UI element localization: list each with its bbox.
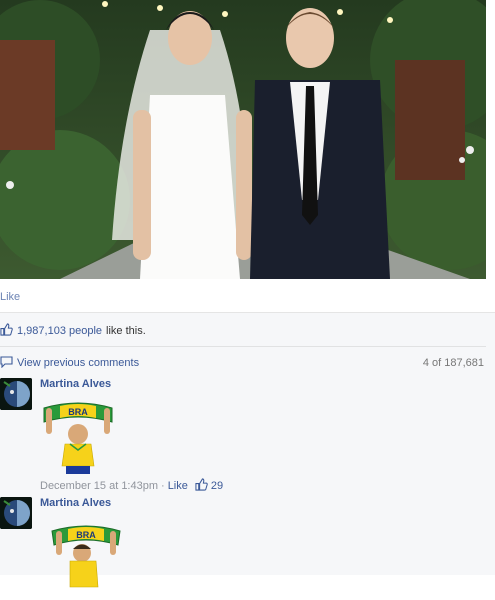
brazil-fan-sticker: BRA bbox=[40, 396, 116, 476]
likes-suffix: like this. bbox=[106, 325, 146, 337]
brazil-fan-sticker: BRA bbox=[48, 517, 124, 597]
thumbs-up-icon bbox=[195, 478, 208, 494]
scarf-text: BRA bbox=[68, 407, 88, 417]
comment-timestamp[interactable]: December 15 at 1:43pm bbox=[40, 480, 158, 492]
thumbs-up-icon bbox=[0, 323, 13, 339]
comment-like-button[interactable]: Like bbox=[168, 480, 188, 492]
comment-item: Martina Alves BRA December 15 at 1:43pm … bbox=[0, 378, 486, 493]
comment-meta: December 15 at 1:43pm · Like 29 bbox=[40, 478, 223, 494]
comment-pager: 4 of 187,681 bbox=[422, 357, 484, 369]
divider bbox=[0, 346, 486, 347]
avatar[interactable] bbox=[0, 497, 32, 529]
meta-separator: · bbox=[161, 480, 165, 492]
scarf-text: BRA bbox=[76, 530, 96, 540]
comment-author[interactable]: Martina Alves bbox=[40, 497, 111, 509]
wedding-photo-image bbox=[0, 0, 486, 279]
comment-bubble-icon bbox=[0, 355, 13, 371]
previous-comments-row: View previous comments 4 of 187,681 bbox=[0, 355, 486, 371]
post-like-link[interactable]: Like bbox=[0, 291, 20, 303]
likes-count-link[interactable]: 1,987,103 people bbox=[17, 325, 102, 337]
view-previous-comments-link[interactable]: View previous comments bbox=[17, 357, 139, 369]
likes-summary: 1,987,103 people like this. bbox=[0, 323, 146, 339]
comment-author[interactable]: Martina Alves bbox=[40, 378, 111, 390]
post-photo[interactable] bbox=[0, 0, 486, 279]
comment-section: 1,987,103 people like this. View previou… bbox=[0, 312, 495, 588]
comment-item: Martina Alves BRA bbox=[0, 497, 486, 588]
avatar[interactable] bbox=[0, 378, 32, 410]
comment-like-count[interactable]: 29 bbox=[211, 480, 223, 492]
